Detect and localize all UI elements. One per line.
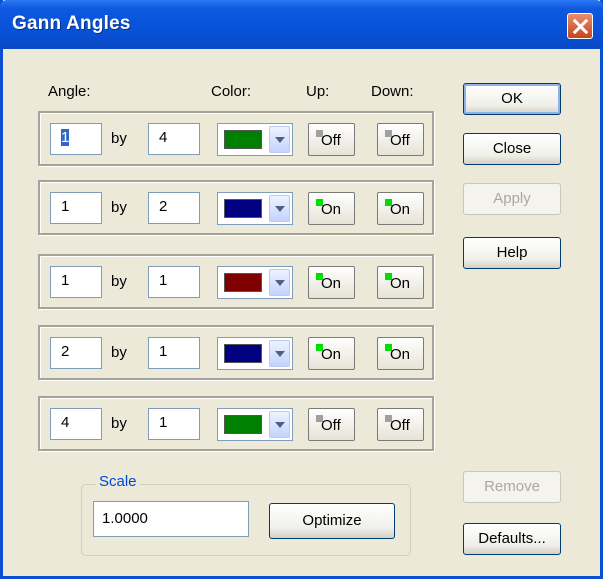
by-label: by	[111, 344, 127, 361]
angle-denominator-input[interactable]: 1	[148, 408, 200, 440]
gann-angles-dialog: Gann Angles Angle: Color: Up: Down: 1 by…	[0, 0, 603, 579]
color-swatch	[224, 415, 262, 434]
defaults-button[interactable]: Defaults...	[463, 523, 561, 555]
angle-row-5: 4 by 1 Off Off	[38, 396, 434, 451]
remove-button[interactable]: Remove	[463, 471, 561, 503]
angle-row-1: 1 by 4 Off Off	[38, 111, 434, 166]
scale-legend: Scale	[96, 473, 140, 490]
chevron-down-icon[interactable]	[269, 411, 290, 438]
angle-row-2: 1 by 2 On On	[38, 180, 434, 235]
chevron-down-icon[interactable]	[269, 269, 290, 296]
title-bar[interactable]: Gann Angles	[0, 0, 603, 49]
down-toggle[interactable]: On	[377, 192, 424, 225]
color-select[interactable]	[217, 192, 293, 225]
up-toggle[interactable]: On	[308, 192, 355, 225]
down-toggle[interactable]: Off	[377, 408, 424, 441]
color-header: Color:	[211, 83, 252, 100]
apply-button[interactable]: Apply	[463, 183, 561, 215]
down-toggle[interactable]: On	[377, 266, 424, 299]
color-swatch	[224, 130, 262, 149]
help-button[interactable]: Help	[463, 237, 561, 269]
optimize-button[interactable]: Optimize	[269, 503, 395, 539]
angle-header: Angle:	[48, 83, 91, 100]
color-select[interactable]	[217, 408, 293, 441]
chevron-down-icon[interactable]	[269, 195, 290, 222]
angle-numerator-input[interactable]: 1	[50, 123, 102, 155]
down-toggle[interactable]: Off	[377, 123, 424, 156]
up-header: Up:	[306, 83, 330, 100]
color-select[interactable]	[217, 266, 293, 299]
up-toggle[interactable]: Off	[308, 123, 355, 156]
angle-denominator-input[interactable]: 4	[148, 123, 200, 155]
ok-button[interactable]: OK	[463, 83, 561, 115]
close-button[interactable]: Close	[463, 133, 561, 165]
window-title: Gann Angles	[12, 13, 131, 34]
angle-numerator-input[interactable]: 1	[50, 192, 102, 224]
color-swatch	[224, 273, 262, 292]
angle-row-3: 1 by 1 On On	[38, 254, 434, 309]
by-label: by	[111, 199, 127, 216]
by-label: by	[111, 130, 127, 147]
angle-numerator-input[interactable]: 2	[50, 337, 102, 369]
by-label: by	[111, 415, 127, 432]
down-header: Down:	[371, 83, 414, 100]
angle-denominator-input[interactable]: 2	[148, 192, 200, 224]
color-swatch	[224, 344, 262, 363]
close-window-icon[interactable]	[567, 13, 593, 39]
angle-numerator-input[interactable]: 1	[50, 266, 102, 298]
angle-numerator-input[interactable]: 4	[50, 408, 102, 440]
scale-input[interactable]: 1.0000	[93, 501, 249, 537]
angle-row-4: 2 by 1 On On	[38, 325, 434, 380]
up-toggle[interactable]: On	[308, 337, 355, 370]
up-toggle[interactable]: On	[308, 266, 355, 299]
chevron-down-icon[interactable]	[269, 126, 290, 153]
color-swatch	[224, 199, 262, 218]
down-toggle[interactable]: On	[377, 337, 424, 370]
angle-denominator-input[interactable]: 1	[148, 337, 200, 369]
color-select[interactable]	[217, 337, 293, 370]
angle-denominator-input[interactable]: 1	[148, 266, 200, 298]
color-select[interactable]	[217, 123, 293, 156]
chevron-down-icon[interactable]	[269, 340, 290, 367]
up-toggle[interactable]: Off	[308, 408, 355, 441]
by-label: by	[111, 273, 127, 290]
